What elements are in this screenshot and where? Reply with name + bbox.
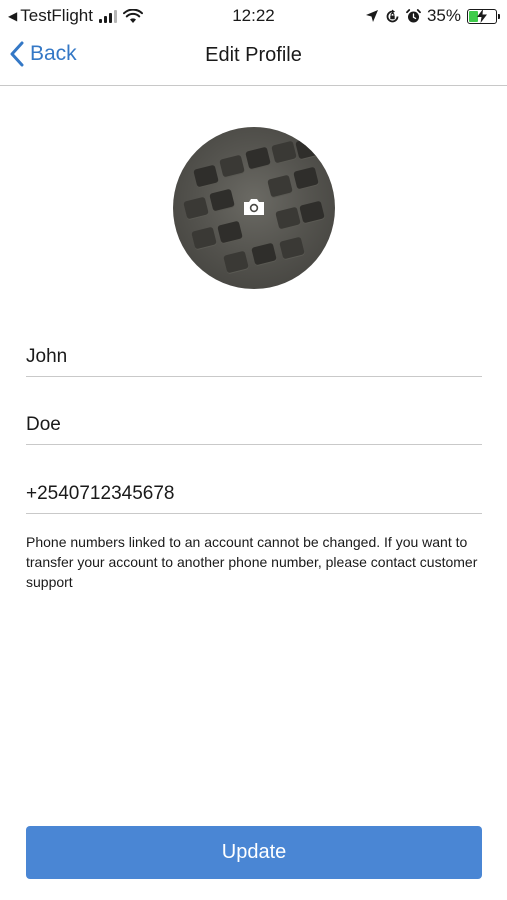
first-name-input[interactable]	[26, 337, 482, 376]
first-name-field	[26, 337, 482, 377]
page-title: Edit Profile	[205, 44, 302, 66]
battery-percent: 35%	[426, 6, 461, 25]
lock-rotation-icon	[386, 9, 399, 22]
camera-icon[interactable]	[242, 197, 266, 217]
last-name-field	[26, 405, 482, 445]
phone-help-text: Phone numbers linked to an account canno…	[26, 534, 478, 590]
battery-icon	[467, 8, 500, 24]
last-name-input[interactable]	[26, 405, 482, 444]
profile-photo[interactable]	[173, 127, 335, 289]
update-button[interactable]: Update	[26, 826, 482, 879]
alarm-icon	[406, 8, 421, 22]
phone-field	[26, 474, 482, 514]
status-bar: ◀ TestFlight 12:22 35%	[0, 0, 507, 32]
phone-input[interactable]	[26, 474, 482, 513]
location-icon	[365, 10, 378, 22]
status-right: 35%	[365, 6, 500, 26]
navigation-bar: Back Edit Profile	[0, 32, 507, 86]
